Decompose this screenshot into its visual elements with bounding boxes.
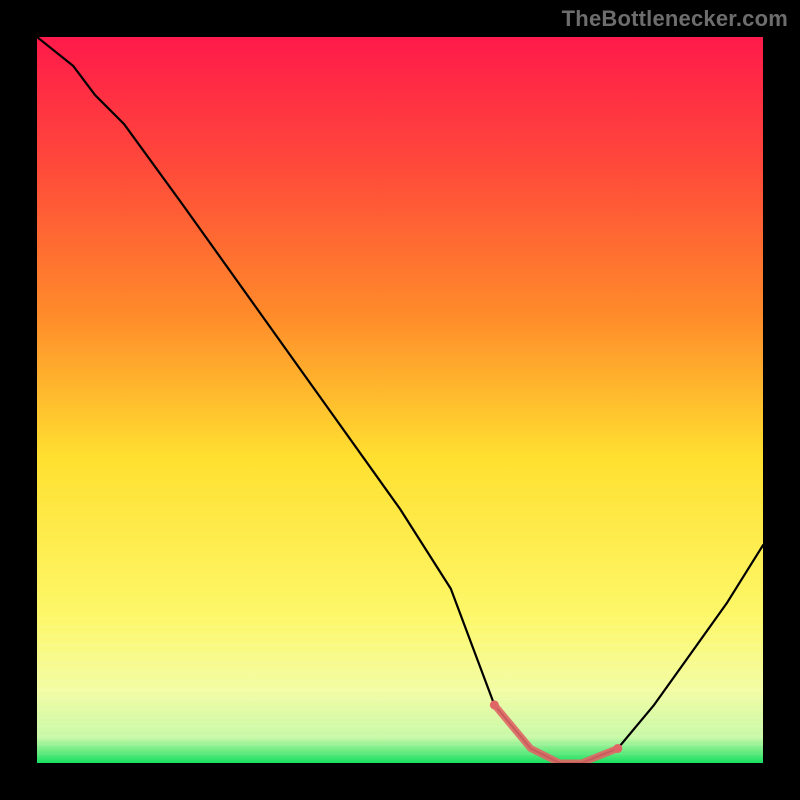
chart-container: TheBottlenecker.com [0,0,800,800]
chart-svg [37,37,763,763]
watermark-text: TheBottlenecker.com [562,6,788,32]
highlight-dot-end [613,744,622,753]
plot-area [37,37,763,763]
highlight-dot-start [490,700,499,709]
